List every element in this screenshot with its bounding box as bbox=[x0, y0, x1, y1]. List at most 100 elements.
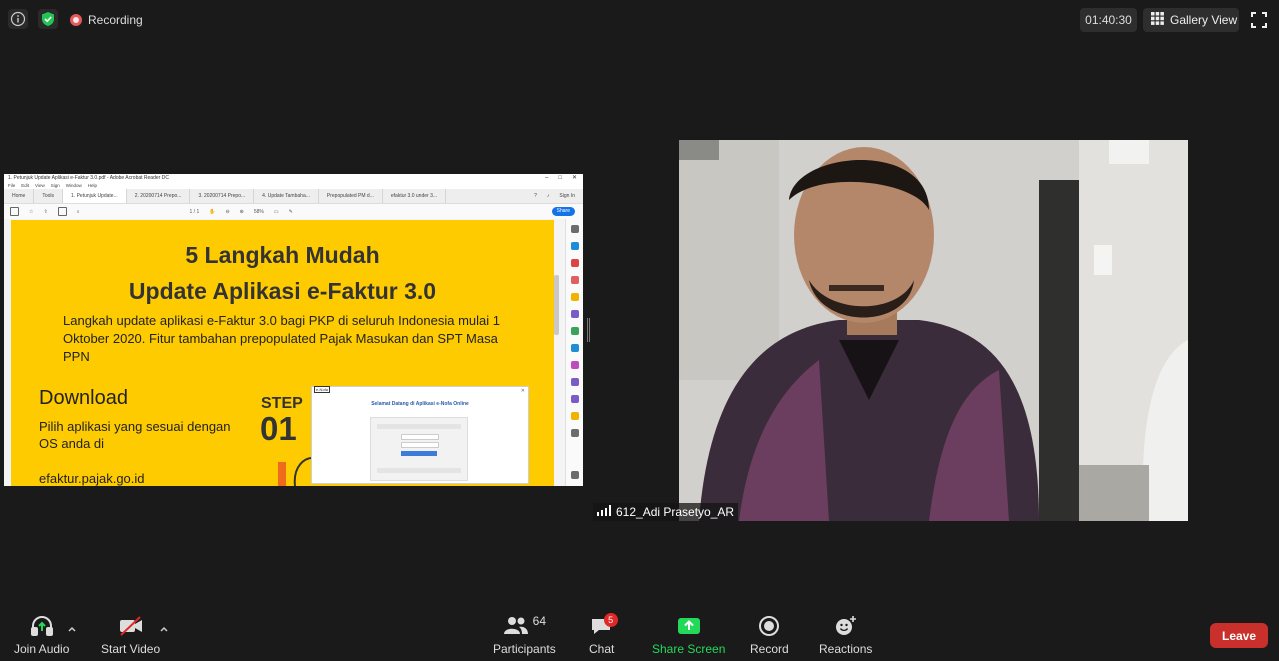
download-text: Pilih aplikasi yang sesuai dengan OS and… bbox=[39, 419, 231, 451]
recording-indicator[interactable]: Recording bbox=[70, 11, 143, 29]
search-icon[interactable] bbox=[571, 225, 579, 233]
fill-sign-icon[interactable] bbox=[571, 361, 579, 369]
share-screen-button[interactable]: Share Screen bbox=[652, 611, 725, 661]
leave-button[interactable]: Leave bbox=[1210, 623, 1268, 648]
pdf-window-title: 1. Petunjuk Update Aplikasi e-Faktur 3.0… bbox=[4, 174, 583, 182]
participants-button[interactable]: 64 Participants bbox=[493, 611, 556, 661]
search-icon[interactable]: ⌕ bbox=[77, 209, 80, 215]
pdf-menu-bar: File Edit View Sign Window Help bbox=[4, 182, 583, 189]
upload-icon[interactable]: ⇧ bbox=[43, 209, 47, 215]
gallery-view-button[interactable]: Gallery View bbox=[1143, 8, 1239, 32]
tab-doc-2[interactable]: 2. 20200714 Prepo... bbox=[127, 189, 191, 203]
tab-doc-6[interactable]: efaktur 3.0 under 3... bbox=[383, 189, 447, 203]
record-icon bbox=[758, 611, 780, 641]
star-icon[interactable]: ☆ bbox=[29, 209, 33, 215]
orange-arrow-decoration bbox=[278, 462, 286, 486]
start-video-button[interactable]: Start Video bbox=[101, 611, 160, 661]
bottom-toolbar: Join Audio Start Video 64 Participants 5… bbox=[0, 611, 1279, 661]
menu-window[interactable]: Window bbox=[66, 182, 82, 189]
pdf-tools-panel bbox=[565, 219, 583, 486]
minimize-icon[interactable]: – bbox=[545, 174, 548, 182]
screenshot-label: e-Nofa bbox=[314, 386, 331, 393]
shield-check-icon[interactable] bbox=[38, 9, 58, 29]
pen-icon[interactable]: ✎ bbox=[289, 209, 293, 215]
participant-video-frame bbox=[679, 140, 1188, 521]
join-audio-label: Join Audio bbox=[14, 642, 70, 656]
page-indicator[interactable]: 1 / 1 bbox=[190, 209, 200, 215]
tab-doc-3[interactable]: 3. 20200714 Prepo... bbox=[190, 189, 255, 203]
pdf-document-area[interactable]: 5 Langkah Mudah Update Aplikasi e-Faktur… bbox=[4, 219, 583, 486]
zoom-level[interactable]: 58% bbox=[254, 209, 264, 215]
pdf-scrollbar[interactable] bbox=[554, 275, 559, 335]
record-label: Record bbox=[750, 642, 789, 656]
join-audio-button[interactable]: Join Audio bbox=[14, 611, 69, 661]
zoom-out-icon[interactable]: ⊖ bbox=[225, 209, 229, 215]
scan-icon[interactable] bbox=[571, 344, 579, 352]
chevron-up-icon[interactable] bbox=[67, 621, 77, 632]
menu-file[interactable]: File bbox=[8, 182, 15, 189]
chat-icon: 5 bbox=[590, 611, 618, 641]
maximize-icon[interactable]: □ bbox=[558, 174, 562, 182]
tab-doc-4[interactable]: 4. Update Tambaha... bbox=[254, 189, 319, 203]
download-title: Download bbox=[39, 387, 128, 409]
menu-view[interactable]: View bbox=[35, 182, 45, 189]
tools-icon[interactable] bbox=[571, 429, 579, 437]
bell-icon[interactable]: ♪ bbox=[547, 193, 550, 199]
top-bar: Recording 01:40:30 Gallery View bbox=[0, 0, 1279, 40]
shared-screen[interactable]: 1. Petunjuk Update Aplikasi e-Faktur 3.0… bbox=[4, 174, 583, 486]
share-screen-icon bbox=[677, 611, 701, 641]
reactions-icon bbox=[834, 611, 858, 641]
chevron-up-icon[interactable] bbox=[159, 621, 169, 632]
edit-pdf-icon[interactable] bbox=[571, 276, 579, 284]
pdf-tabs: Home Tools 1. Petunjuk Update... 2. 2020… bbox=[4, 189, 583, 204]
protect-icon[interactable] bbox=[571, 378, 579, 386]
participants-icon-wrap: 64 bbox=[503, 611, 546, 641]
fullscreen-icon[interactable] bbox=[1250, 11, 1268, 29]
stamp-icon[interactable] bbox=[571, 412, 579, 420]
chat-button[interactable]: 5 Chat bbox=[589, 611, 618, 661]
tab-doc-1[interactable]: 1. Petunjuk Update... bbox=[63, 189, 127, 203]
tab-home[interactable]: Home bbox=[4, 189, 35, 203]
share-screen-label: Share Screen bbox=[652, 642, 726, 656]
participants-count: 64 bbox=[532, 614, 547, 628]
app-screenshot: e-Nofa ✕ Selamat Datang di Aplikasi e-No… bbox=[311, 386, 529, 484]
reactions-label: Reactions bbox=[819, 642, 873, 656]
create-pdf-icon[interactable] bbox=[571, 259, 579, 267]
comment-icon[interactable] bbox=[571, 293, 579, 301]
pdf-toolbar: ☆ ⇧ ⌕ 1 / 1 ✋ ⊖ ⊕ 58% ▭ ✎ Share bbox=[4, 204, 583, 220]
help-icon[interactable]: ? bbox=[534, 193, 537, 199]
save-icon[interactable] bbox=[10, 207, 19, 216]
record-button[interactable]: Record bbox=[750, 611, 789, 661]
tab-doc-5[interactable]: Prepopulated PM d... bbox=[319, 189, 383, 203]
hand-icon[interactable]: ✋ bbox=[209, 209, 215, 215]
download-url: efaktur.pajak.go.id bbox=[39, 471, 145, 486]
combine-icon[interactable] bbox=[571, 310, 579, 318]
reactions-button[interactable]: Reactions bbox=[819, 611, 872, 661]
comment-icon[interactable]: ▭ bbox=[274, 209, 279, 215]
export-pdf-icon[interactable] bbox=[571, 242, 579, 250]
participant-video[interactable] bbox=[679, 140, 1188, 521]
sign-in-link[interactable]: Sign In bbox=[559, 193, 575, 199]
close-icon[interactable]: ✕ bbox=[572, 174, 577, 182]
step-number: 01 bbox=[260, 410, 297, 447]
screenshot-title: Selamat Datang di Aplikasi e-Nofa Online bbox=[371, 401, 469, 407]
screenshot-login-form bbox=[370, 417, 468, 481]
chat-badge: 5 bbox=[603, 613, 618, 627]
tab-tools[interactable]: Tools bbox=[34, 189, 64, 203]
menu-help[interactable]: Help bbox=[88, 182, 97, 189]
print-icon[interactable] bbox=[57, 207, 67, 216]
expand-panel-icon[interactable] bbox=[571, 471, 579, 479]
pdf-share-button[interactable]: Share bbox=[551, 207, 575, 216]
split-view-divider[interactable] bbox=[587, 318, 590, 342]
menu-sign[interactable]: Sign bbox=[51, 182, 60, 189]
info-icon[interactable] bbox=[8, 9, 28, 29]
signal-bars-icon bbox=[597, 505, 611, 519]
zoom-in-icon[interactable]: ⊕ bbox=[240, 209, 244, 215]
page-lead-text: Langkah update aplikasi e-Faktur 3.0 bag… bbox=[63, 313, 500, 364]
recording-label: Recording bbox=[88, 13, 143, 27]
window-controls[interactable]: – □ ✕ bbox=[545, 174, 583, 182]
sign-icon[interactable] bbox=[571, 395, 579, 403]
organize-icon[interactable] bbox=[571, 327, 579, 335]
grid-icon bbox=[1151, 12, 1164, 28]
menu-edit[interactable]: Edit bbox=[21, 182, 29, 189]
